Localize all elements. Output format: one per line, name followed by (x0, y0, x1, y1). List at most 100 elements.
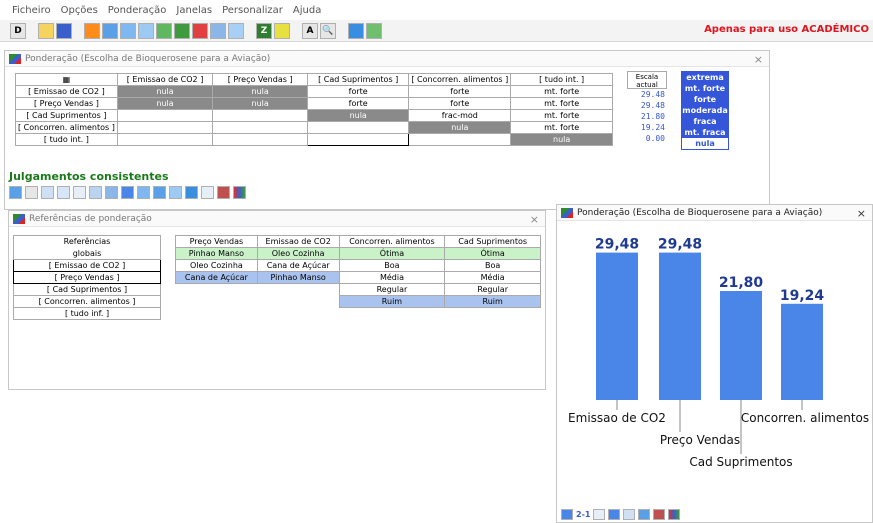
matrix-cell[interactable]: mt. forte (510, 121, 613, 134)
color-palette-icon[interactable] (668, 509, 681, 520)
new-file-icon[interactable]: D (10, 22, 26, 39)
scale-label[interactable]: extrema (682, 72, 728, 83)
matrix-icon[interactable] (102, 22, 118, 39)
table-icon[interactable] (105, 186, 118, 199)
table-cell[interactable]: Boa (444, 259, 541, 272)
compare-icon[interactable] (137, 186, 150, 199)
chart-type-icon[interactable] (561, 509, 573, 520)
copy-icon[interactable] (73, 186, 86, 199)
scale-label[interactable]: fraca (682, 116, 728, 127)
grid-icon[interactable] (169, 186, 182, 199)
table-cell[interactable]: Cana de Açúcar (256, 259, 340, 272)
reference-item[interactable]: [ Cad Suprimentos ] (13, 283, 161, 296)
matrix-cell[interactable]: nula (212, 97, 309, 110)
table-cell[interactable]: Regular (444, 283, 541, 296)
scale-label[interactable]: forte (682, 94, 728, 105)
matrix-cell[interactable]: nula (116, 97, 214, 110)
list-icon[interactable] (138, 22, 154, 39)
table-cell[interactable]: Boa (338, 259, 446, 272)
table-cell[interactable]: Pinhao Manso (256, 271, 340, 284)
edit-icon[interactable] (593, 509, 606, 520)
table-cell[interactable]: Ruim (444, 295, 541, 308)
menu-ficheiro[interactable]: Ficheiro (12, 5, 51, 16)
matrix-cell[interactable] (116, 109, 214, 122)
scale-label[interactable]: mt. forte (682, 83, 728, 94)
chart-bar[interactable] (781, 303, 823, 400)
matrix-cell[interactable] (212, 109, 309, 122)
menu-ponderacao[interactable]: Ponderação (108, 5, 167, 16)
chart-bar[interactable] (596, 252, 638, 400)
matrix-icon[interactable] (9, 186, 22, 199)
sort-icon[interactable] (201, 186, 214, 199)
scale-label[interactable]: moderada (682, 105, 728, 116)
table-cell[interactable]: Ótima (444, 247, 541, 260)
matrix-cell[interactable]: mt. forte (510, 97, 613, 110)
search-icon[interactable] (25, 186, 38, 199)
matrix-cell[interactable]: mt. forte (510, 85, 613, 98)
scale-label[interactable]: mt. fraca (682, 127, 728, 138)
hbar-icon[interactable] (153, 186, 166, 199)
bar-chart-icon[interactable] (608, 509, 621, 520)
matrix-cell[interactable]: nula (307, 109, 410, 122)
chart-icon[interactable] (228, 22, 244, 39)
matrix-cell[interactable]: forte (307, 97, 410, 110)
close-icon[interactable]: × (530, 213, 539, 226)
menu-janelas[interactable]: Janelas (176, 5, 212, 16)
sort-icon[interactable] (623, 509, 636, 520)
table-cell[interactable]: Regular (338, 283, 446, 296)
chart-bar[interactable] (659, 252, 701, 400)
wand-icon[interactable] (653, 509, 666, 520)
menu-opcoes[interactable]: Opções (61, 5, 98, 16)
matrix-cell[interactable] (116, 133, 214, 146)
matrix-cell[interactable]: nula (510, 133, 613, 146)
reference-item[interactable]: [ Emissao de CO2 ] (13, 259, 161, 272)
reference-item[interactable]: [ Concorren. alimentos ] (13, 295, 161, 308)
bar-chart-icon[interactable] (121, 186, 134, 199)
table-cell[interactable]: Oleo Cozinha (175, 259, 258, 272)
menu-ajuda[interactable]: Ajuda (293, 5, 321, 16)
matrix-cell[interactable]: frac-mod (408, 109, 512, 122)
matrix-cell[interactable] (212, 133, 309, 146)
table-cell[interactable]: Oleo Cozinha (256, 247, 340, 260)
close-icon[interactable]: × (857, 207, 866, 220)
tree-icon[interactable] (156, 22, 172, 39)
scale-label[interactable]: nula (682, 138, 728, 149)
balance-icon[interactable] (89, 186, 102, 199)
matrix-cell[interactable]: forte (408, 85, 512, 98)
save-icon[interactable] (56, 22, 72, 39)
weighting-icon[interactable] (84, 22, 100, 39)
branch-icon[interactable] (174, 22, 190, 39)
matrix-cell[interactable]: nula (116, 85, 214, 98)
matrix-cell[interactable] (307, 133, 410, 146)
add-criterion-icon[interactable] (192, 22, 208, 39)
color-palette-icon[interactable] (233, 186, 246, 199)
grid-icon[interactable] (210, 22, 226, 39)
people-icon[interactable] (366, 22, 382, 39)
table-cell[interactable]: Pinhao Manso (175, 247, 258, 260)
table-cell[interactable]: Média (338, 271, 446, 284)
table-cell[interactable]: Ruim (338, 295, 446, 308)
wand-icon[interactable] (217, 186, 230, 199)
matrix-cell[interactable] (116, 121, 214, 134)
reference-item[interactable]: [ Preço Vendas ] (13, 271, 161, 284)
matrix-cell[interactable]: forte (408, 97, 512, 110)
matrix-cell[interactable]: forte (307, 85, 410, 98)
hbar-icon[interactable] (638, 509, 651, 520)
matrix-cell[interactable] (408, 133, 512, 146)
sort-icon[interactable]: A (302, 22, 318, 39)
matrix-cell[interactable] (307, 121, 410, 134)
matrix-cell[interactable]: mt. forte (510, 109, 613, 122)
layers-icon[interactable] (185, 186, 198, 199)
compare-icon[interactable] (348, 22, 364, 39)
matrix-cell[interactable]: nula (212, 85, 309, 98)
table-cell[interactable]: Média (444, 271, 541, 284)
chart-bar[interactable] (720, 291, 762, 400)
menu-personalizar[interactable]: Personalizar (222, 5, 283, 16)
matrix-cell[interactable] (212, 121, 309, 134)
open-folder-icon[interactable] (38, 22, 54, 39)
matrix-corner-icon[interactable]: ▦ (15, 73, 118, 86)
ruler-icon[interactable] (57, 186, 70, 199)
table-cell[interactable]: Cana de Açúcar (175, 271, 258, 284)
reference-item[interactable]: [ tudo inf. ] (13, 307, 161, 320)
matrix-cell[interactable]: nula (408, 121, 512, 134)
